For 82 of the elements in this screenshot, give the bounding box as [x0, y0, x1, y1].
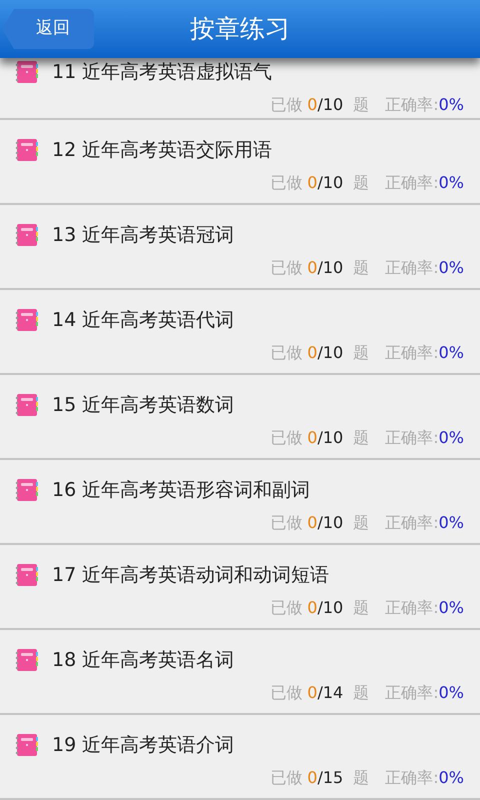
done-label: 已做: [270, 596, 302, 618]
done-label: 已做: [270, 512, 302, 534]
done-count: 0: [307, 172, 318, 194]
total-count: /15: [317, 766, 344, 788]
chapter-title: 11 近年高考英语虚拟语气: [52, 60, 272, 85]
accuracy-value: 0%: [438, 256, 464, 278]
total-count: /10: [317, 342, 344, 364]
chapter-item[interactable]: 14 近年高考英语代词 已做 0/10 题 正确率:0%: [0, 290, 480, 375]
unit-label: 题: [353, 512, 370, 534]
accuracy-value: 0%: [438, 426, 464, 448]
done-label: 已做: [270, 342, 302, 364]
total-count: /10: [317, 512, 344, 534]
done-label: 已做: [270, 256, 302, 278]
accuracy-label: 正确率:: [385, 426, 439, 448]
unit-label: 题: [353, 342, 370, 364]
accuracy-value: 0%: [438, 512, 464, 534]
total-count: /14: [317, 682, 344, 704]
page-title: 按章练习: [190, 13, 290, 46]
total-count: /10: [317, 256, 344, 278]
done-count: 0: [307, 94, 318, 116]
total-count: /10: [317, 172, 344, 194]
notebook-icon: [14, 392, 40, 418]
notebook-icon: [14, 477, 40, 504]
chapter-item[interactable]: 17 近年高考英语动词和动词短语 已做 0/10 题 正确率:0%: [0, 545, 480, 630]
notebook-icon: [14, 137, 40, 164]
accuracy-label: 正确率:: [385, 256, 439, 278]
done-count: 0: [307, 766, 318, 788]
chapter-title: 16 近年高考英语形容词和副词: [52, 478, 310, 503]
chapter-item[interactable]: 12 近年高考英语交际用语 已做 0/10 题 正确率:0%: [0, 120, 480, 205]
notebook-icon: [14, 307, 40, 334]
total-count: /10: [317, 94, 344, 116]
accuracy-value: 0%: [438, 94, 464, 116]
total-count: /10: [317, 426, 344, 448]
chapter-title: 13 近年高考英语冠词: [52, 223, 234, 248]
accuracy-value: 0%: [438, 596, 464, 618]
done-label: 已做: [270, 172, 302, 194]
done-count: 0: [307, 256, 318, 278]
accuracy-value: 0%: [438, 172, 464, 194]
done-count: 0: [307, 426, 318, 448]
unit-label: 题: [353, 256, 370, 278]
chapter-title: 14 近年高考英语代词: [52, 308, 234, 333]
done-label: 已做: [270, 766, 302, 788]
accuracy-label: 正确率:: [385, 172, 439, 194]
accuracy-value: 0%: [438, 766, 464, 788]
chapter-item[interactable]: 18 近年高考英语名词 已做 0/14 题 正确率:0%: [0, 630, 480, 715]
chapter-item[interactable]: 16 近年高考英语形容词和副词 已做 0/10 题 正确率:0%: [0, 460, 480, 545]
total-count: /10: [317, 596, 344, 618]
accuracy-label: 正确率:: [385, 766, 439, 788]
accuracy-value: 0%: [438, 342, 464, 364]
done-count: 0: [307, 682, 318, 704]
accuracy-value: 0%: [438, 682, 464, 704]
accuracy-label: 正确率:: [385, 512, 439, 534]
accuracy-label: 正确率:: [385, 342, 439, 364]
unit-label: 题: [353, 596, 370, 618]
done-count: 0: [307, 512, 318, 534]
unit-label: 题: [353, 682, 370, 704]
chapter-title: 12 近年高考英语交际用语: [52, 138, 272, 163]
done-count: 0: [307, 342, 318, 364]
done-label: 已做: [270, 682, 302, 704]
chapter-title: 18 近年高考英语名词: [52, 648, 234, 673]
chapter-item[interactable]: 15 近年高考英语数词 已做 0/10 题 正确率:0%: [0, 375, 480, 460]
chapter-title: 19 近年高考英语介词: [52, 733, 234, 758]
notebook-icon: [14, 562, 40, 588]
chapter-item[interactable]: 19 近年高考英语介词 已做 0/15 题 正确率:0%: [0, 715, 480, 800]
unit-label: 题: [353, 426, 370, 448]
chapter-title: 15 近年高考英语数词: [52, 393, 234, 418]
unit-label: 题: [353, 94, 370, 116]
unit-label: 题: [353, 766, 370, 788]
chapter-item[interactable]: 13 近年高考英语冠词 已做 0/10 题 正确率:0%: [0, 205, 480, 290]
accuracy-label: 正确率:: [385, 682, 439, 704]
accuracy-label: 正确率:: [385, 94, 439, 116]
back-button[interactable]: 返回: [2, 9, 94, 49]
done-count: 0: [307, 596, 318, 618]
unit-label: 题: [353, 172, 370, 194]
chapter-title: 17 近年高考英语动词和动词短语: [52, 563, 330, 588]
done-label: 已做: [270, 94, 302, 116]
notebook-icon: [14, 647, 40, 674]
notebook-icon: [14, 222, 40, 248]
notebook-icon: [14, 732, 40, 758]
accuracy-label: 正确率:: [385, 596, 439, 618]
notebook-icon: [14, 59, 40, 86]
done-label: 已做: [270, 426, 302, 448]
